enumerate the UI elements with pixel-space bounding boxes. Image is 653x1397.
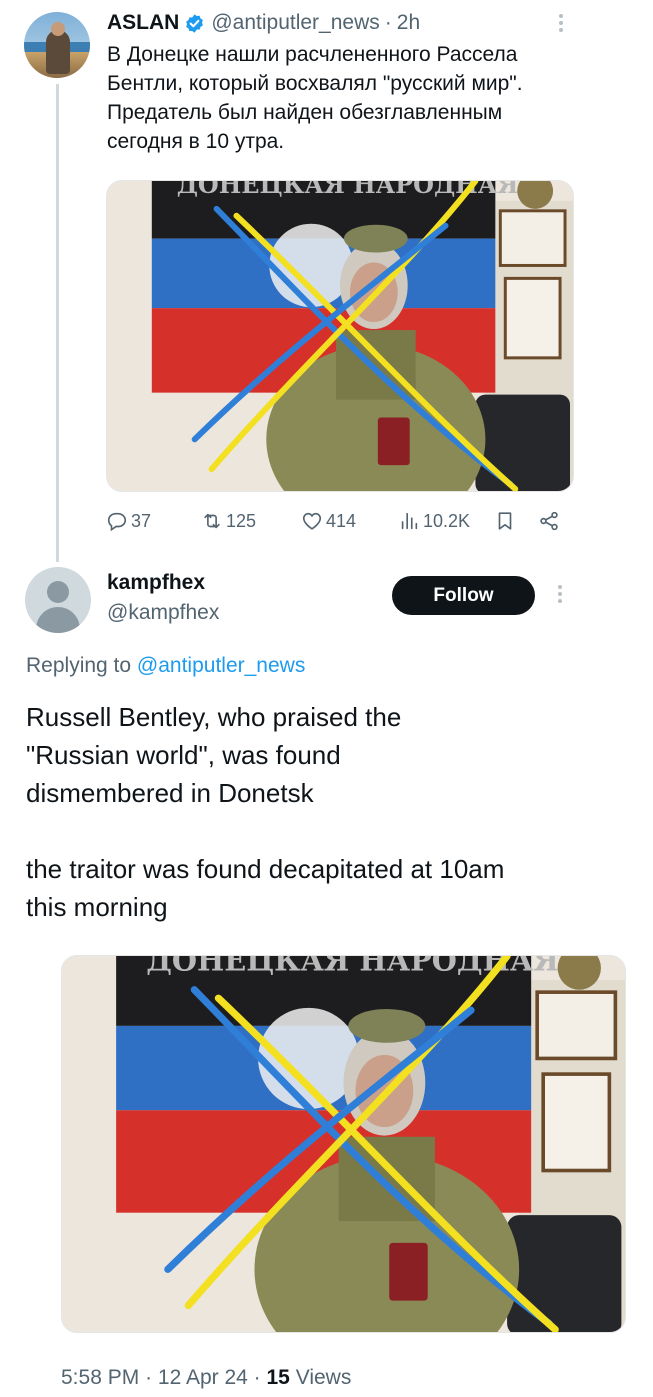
avatar-aslan[interactable] [24,12,90,78]
reply-button[interactable]: 37 [106,506,151,536]
meta-separator: · [253,1366,261,1389]
meta-separator: · [145,1366,153,1389]
replying-to-line: Replying to @antiputler_news [26,654,305,678]
author-name[interactable]: ASLAN [107,11,179,35]
tweet-timestamp[interactable]: 2h [397,11,420,35]
bookmark-icon [498,512,512,530]
views-label: Views [295,1366,352,1389]
bookmark-button[interactable] [494,506,516,536]
author-handle[interactable]: @antiputler_news [211,11,379,35]
replying-to-label: Replying to [26,654,132,677]
tweet-action-bar: 37 125 414 10.2K [106,506,576,536]
heart-icon [302,512,322,530]
reply-count: 37 [131,510,152,531]
reply-author-name[interactable]: kampfhex [107,571,205,595]
tweet-date[interactable]: 12 Apr 24 [158,1366,248,1389]
like-button[interactable]: 414 [301,506,356,536]
tweet-time[interactable]: 5:58 PM [61,1366,139,1389]
follow-button[interactable]: Follow [392,576,535,615]
tweet-photo[interactable]: ДОНЕЦКАЯ НАРОДНАЯ [106,180,574,492]
tweet-text: В Донецке нашли расчлененного Рассела Бе… [107,43,523,153]
reply-paragraph-2: the traitor was found decapitated at 10a… [26,854,505,922]
header-separator: · [384,11,392,34]
more-vertical-icon[interactable] [559,14,563,32]
views-count: 10.2K [423,510,471,531]
tweet-metadata: 5:58 PM · 12 Apr 24 · 15 Views [61,1366,351,1390]
share-icon [540,511,558,531]
reply-icon [107,512,127,532]
like-count: 414 [326,510,357,531]
views-button[interactable]: 10.2K [398,506,470,536]
tweet-header: ASLAN @antiputler_news · 2h [107,8,420,38]
reply-tweet-text: Russell Bentley, who praised the "Russia… [26,698,566,926]
reply-author-handle[interactable]: @kampfhex [107,601,219,625]
retweet-button[interactable]: 125 [201,506,256,536]
thread-connector-line [56,84,59,562]
views-count: 15 [266,1366,290,1389]
retweet-count: 125 [226,510,257,531]
avatar-kampfhex[interactable] [25,567,91,633]
verified-badge-icon [184,13,205,34]
reply-tweet-photo[interactable]: ДОНЕЦКАЯ НАРОДНАЯ [61,955,626,1333]
share-button[interactable] [538,506,560,536]
reply-paragraph-1: Russell Bentley, who praised the "Russia… [26,702,402,808]
views-bar-chart-icon [401,512,418,530]
retweet-icon [204,513,220,529]
more-vertical-icon[interactable] [558,585,562,603]
replying-to-handle-link[interactable]: @antiputler_news [137,654,305,677]
